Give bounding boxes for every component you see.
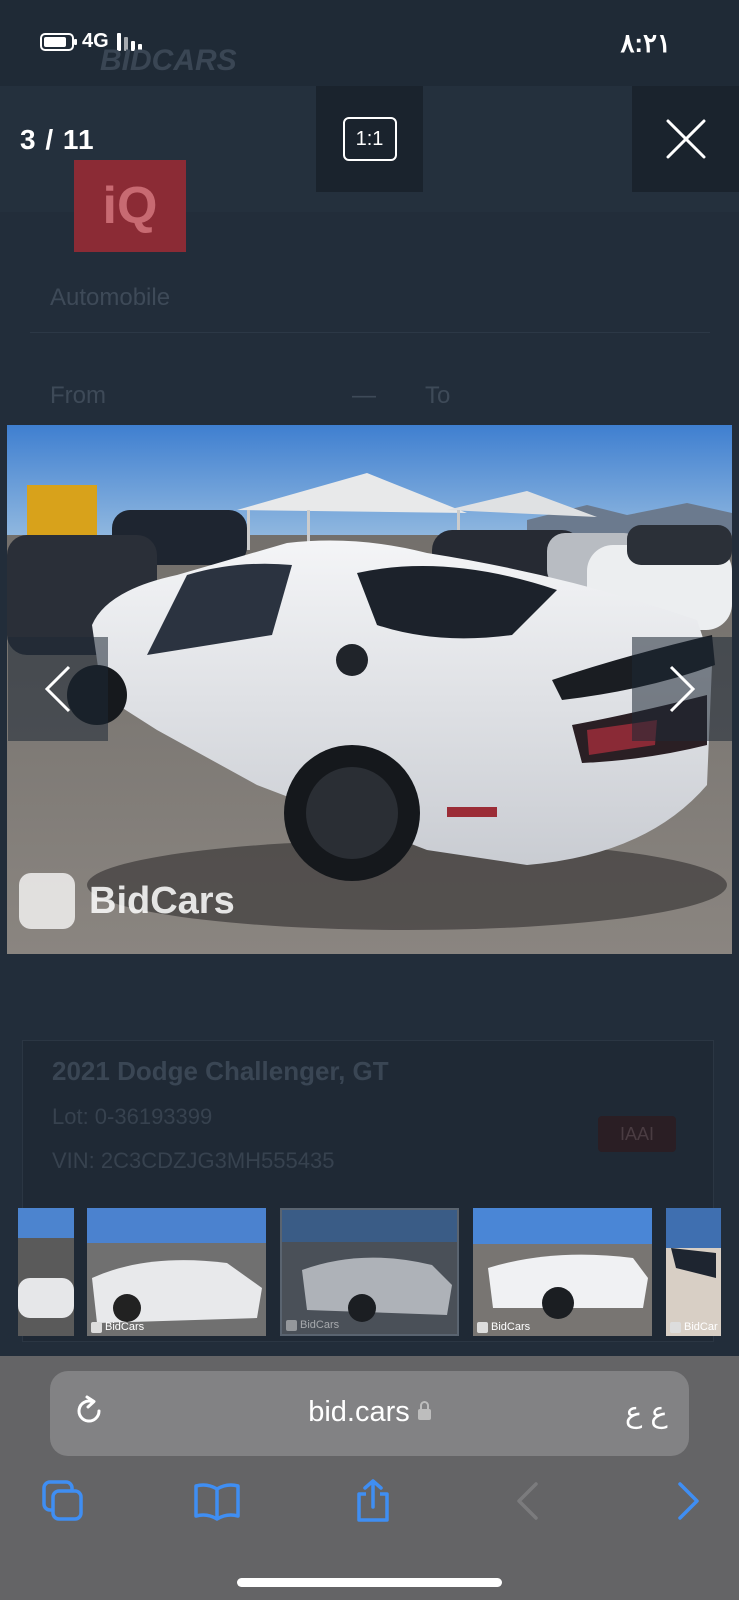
actual-size-button[interactable]: 1:1: [316, 86, 423, 192]
background-auction-badge: IAAI: [598, 1116, 676, 1152]
background-listing-title: 2021 Dodge Challenger, GT: [52, 1056, 389, 1086]
chevron-right-icon: [669, 665, 696, 713]
background-vin: VIN: 2C3CDZJG3MH555435: [52, 1148, 335, 1173]
bidcars-mark-icon: [286, 1319, 297, 1331]
bidcars-mark-icon: [91, 1321, 102, 1333]
car-photo-image: BidCars: [7, 425, 732, 954]
chevron-left-icon: [44, 665, 71, 713]
next-photo-button[interactable]: [632, 637, 732, 741]
photo-counter: 3 / 11: [20, 124, 95, 155]
thumbnail-image: [282, 1210, 457, 1334]
thumbnail-5[interactable]: BidCar: [666, 1208, 721, 1336]
book-icon: [194, 1483, 240, 1521]
home-indicator[interactable]: [237, 1578, 502, 1587]
close-button[interactable]: [632, 86, 739, 192]
close-icon: [666, 119, 705, 159]
thumbnail-watermark: BidCars: [286, 1319, 339, 1331]
background-range-separator: —: [352, 382, 376, 409]
background-type-select: Automobile: [30, 262, 710, 333]
lock-icon: [417, 1401, 431, 1420]
background-lot: Lot: 0-36193399: [52, 1104, 213, 1129]
thumbnail-image: [18, 1208, 74, 1336]
back-button[interactable]: [500, 1476, 554, 1526]
text-size-button[interactable]: ع ع: [625, 1395, 668, 1430]
thumbnail-2[interactable]: BidCars: [87, 1208, 266, 1336]
url-text: bid.cars: [308, 1396, 410, 1428]
previous-photo-button[interactable]: [8, 637, 108, 741]
thumbnail-watermark: BidCars: [91, 1321, 144, 1333]
thumbnail-4[interactable]: BidCars: [473, 1208, 652, 1336]
thumbnail-watermark: BidCar: [670, 1321, 718, 1333]
share-icon: [357, 1479, 389, 1522]
thumbnail-image: [666, 1208, 721, 1336]
background-type-label: Automobile: [50, 284, 171, 311]
iq-logo: iQ: [74, 160, 186, 252]
tabs-button[interactable]: [36, 1476, 90, 1526]
tabs-icon: [42, 1480, 83, 1521]
main-photo[interactable]: BidCars: [7, 425, 732, 954]
thumbnail-watermark: BidCars: [477, 1321, 530, 1333]
thumbnail-image: [87, 1208, 266, 1336]
thumbnail-1[interactable]: [18, 1208, 74, 1336]
thumbnail-image: [473, 1208, 652, 1336]
share-button[interactable]: [346, 1476, 400, 1526]
bidcars-mark-icon: [477, 1321, 488, 1333]
ratio-label: 1:1: [342, 117, 397, 161]
chevron-right-icon: [678, 1482, 699, 1520]
status-time: ٨:٢١: [620, 28, 671, 58]
background-from-label: From: [50, 382, 106, 409]
bookmarks-button[interactable]: [190, 1476, 244, 1526]
bidcars-mark-icon: [670, 1321, 681, 1333]
background-brand: BIDCARS: [100, 44, 237, 77]
thumbnail-3-selected[interactable]: BidCars: [280, 1208, 459, 1336]
chevron-left-icon: [517, 1482, 538, 1520]
forward-button[interactable]: [662, 1476, 716, 1526]
photo-watermark: BidCars: [89, 880, 235, 922]
battery-icon: [40, 32, 77, 51]
background-to-label: To: [425, 382, 451, 409]
